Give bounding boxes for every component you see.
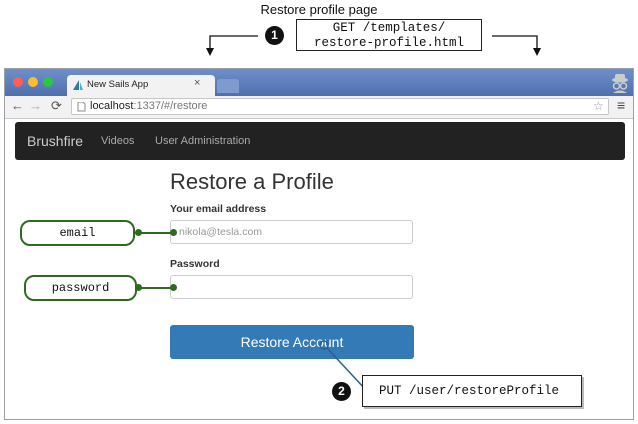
- put-request-box: PUT /user/restoreProfile: [362, 375, 582, 407]
- forward-arrow-icon[interactable]: →: [29, 98, 42, 113]
- menu-icon[interactable]: ≡: [617, 97, 625, 113]
- page-title: Restore a Profile: [170, 169, 334, 194]
- back-arrow-icon[interactable]: ←: [11, 98, 24, 113]
- page-icon: [77, 102, 86, 112]
- url-host: localhost: [90, 100, 134, 112]
- browser-toolbar: ← → ⟳ localhost:1337/#/restore ☆ ≡: [5, 96, 633, 119]
- password-label: Password: [170, 258, 220, 270]
- get-request-box: GET /templates/ restore-profile.html: [296, 19, 482, 51]
- address-bar[interactable]: localhost:1337/#/restore ☆: [71, 98, 609, 115]
- restore-account-button[interactable]: Restore Account: [170, 325, 414, 359]
- password-callout-line: [137, 287, 173, 289]
- incognito-icon: [612, 74, 628, 93]
- email-callout-end-dot: [170, 229, 177, 236]
- site-navbar: Brushfire Videos User Administration: [15, 122, 625, 160]
- tab-bar: New Sails App ×: [5, 69, 633, 96]
- email-callout-start-dot: [135, 229, 142, 236]
- get-request-line2: restore-profile.html: [313, 36, 465, 50]
- url-text: localhost:1337/#/restore: [90, 100, 207, 112]
- email-placeholder: nikola@tesla.com: [179, 226, 263, 238]
- brand-link[interactable]: Brushfire: [27, 133, 83, 149]
- password-callout-start-dot: [135, 284, 142, 291]
- tab-close-icon[interactable]: ×: [194, 77, 200, 89]
- reload-icon[interactable]: ⟳: [51, 98, 62, 114]
- get-request-line1: GET /templates/: [332, 21, 446, 35]
- tab-title: New Sails App: [87, 79, 149, 90]
- password-callout: password: [24, 275, 137, 301]
- minimize-window-button[interactable]: [28, 77, 38, 87]
- url-path: :1337/#/restore: [133, 100, 208, 112]
- new-tab-button[interactable]: [217, 79, 239, 93]
- bookmark-star-icon[interactable]: ☆: [593, 99, 604, 113]
- email-callout: email: [20, 220, 135, 246]
- password-field[interactable]: [170, 275, 413, 299]
- email-field[interactable]: nikola@tesla.com: [170, 220, 413, 244]
- step-1-badge: 1: [265, 26, 284, 45]
- sails-favicon-icon: [73, 80, 83, 90]
- close-window-button[interactable]: [13, 77, 23, 87]
- browser-tab[interactable]: New Sails App ×: [67, 75, 215, 96]
- nav-link-user-administration[interactable]: User Administration: [155, 135, 250, 147]
- maximize-window-button[interactable]: [43, 77, 53, 87]
- email-label: Your email address: [170, 203, 267, 215]
- password-callout-end-dot: [170, 284, 177, 291]
- nav-link-videos[interactable]: Videos: [101, 135, 134, 147]
- step-2-badge: 2: [332, 382, 351, 401]
